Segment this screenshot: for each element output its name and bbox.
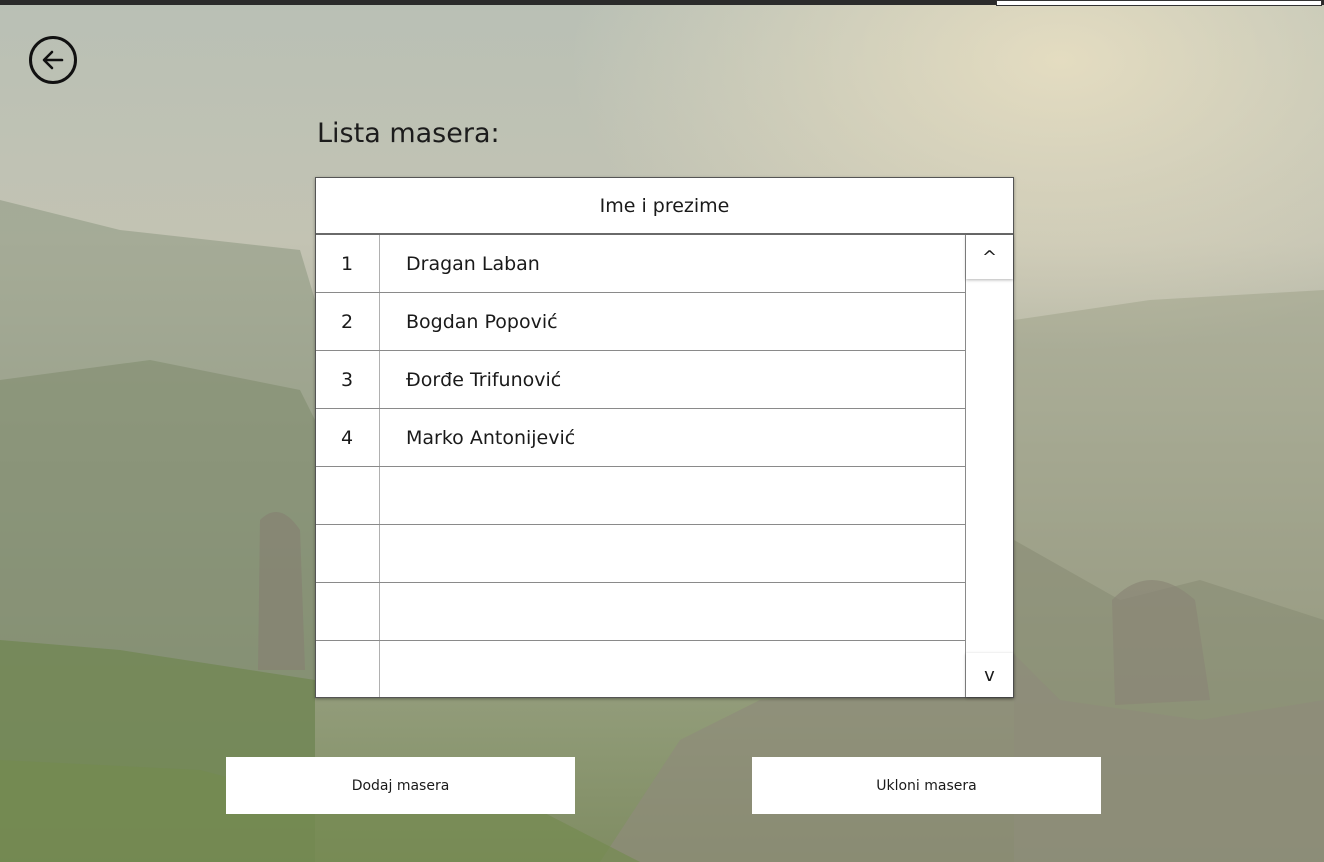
add-masseur-button[interactable]: Dodaj masera bbox=[226, 757, 575, 814]
scroll-down-button[interactable]: v bbox=[966, 653, 1013, 697]
row-name: Bogdan Popović bbox=[406, 310, 558, 333]
masseur-table: Ime i prezime 1 Dragan Laban 2 Bogdan Po… bbox=[315, 177, 1014, 698]
back-button[interactable] bbox=[29, 36, 77, 84]
table-scrollbar[interactable]: ^ v bbox=[965, 235, 1013, 697]
table-row[interactable]: 4 Marko Antonijević bbox=[316, 409, 965, 467]
arrow-left-icon bbox=[42, 50, 64, 70]
table-row[interactable] bbox=[316, 583, 965, 641]
table-row[interactable] bbox=[316, 641, 965, 699]
table-rows: 1 Dragan Laban 2 Bogdan Popović 3 Đorđe … bbox=[316, 235, 965, 699]
row-name: Đorđe Trifunović bbox=[406, 368, 562, 391]
row-name: Dragan Laban bbox=[406, 252, 540, 275]
table-row[interactable]: 2 Bogdan Popović bbox=[316, 293, 965, 351]
row-number: 1 bbox=[341, 252, 354, 275]
top-right-box bbox=[996, 0, 1322, 6]
page-title: Lista masera: bbox=[317, 118, 500, 149]
table-header: Ime i prezime bbox=[316, 178, 1013, 235]
table-row[interactable] bbox=[316, 525, 965, 583]
remove-masseur-button[interactable]: Ukloni masera bbox=[752, 757, 1101, 814]
row-number: 4 bbox=[341, 426, 354, 449]
table-row[interactable]: 1 Dragan Laban bbox=[316, 235, 965, 293]
row-number: 3 bbox=[341, 368, 354, 391]
table-row[interactable]: 3 Đorđe Trifunović bbox=[316, 351, 965, 409]
row-name: Marko Antonijević bbox=[406, 426, 576, 449]
table-row[interactable] bbox=[316, 467, 965, 525]
scroll-up-button[interactable]: ^ bbox=[966, 235, 1013, 279]
row-number: 2 bbox=[341, 310, 354, 333]
